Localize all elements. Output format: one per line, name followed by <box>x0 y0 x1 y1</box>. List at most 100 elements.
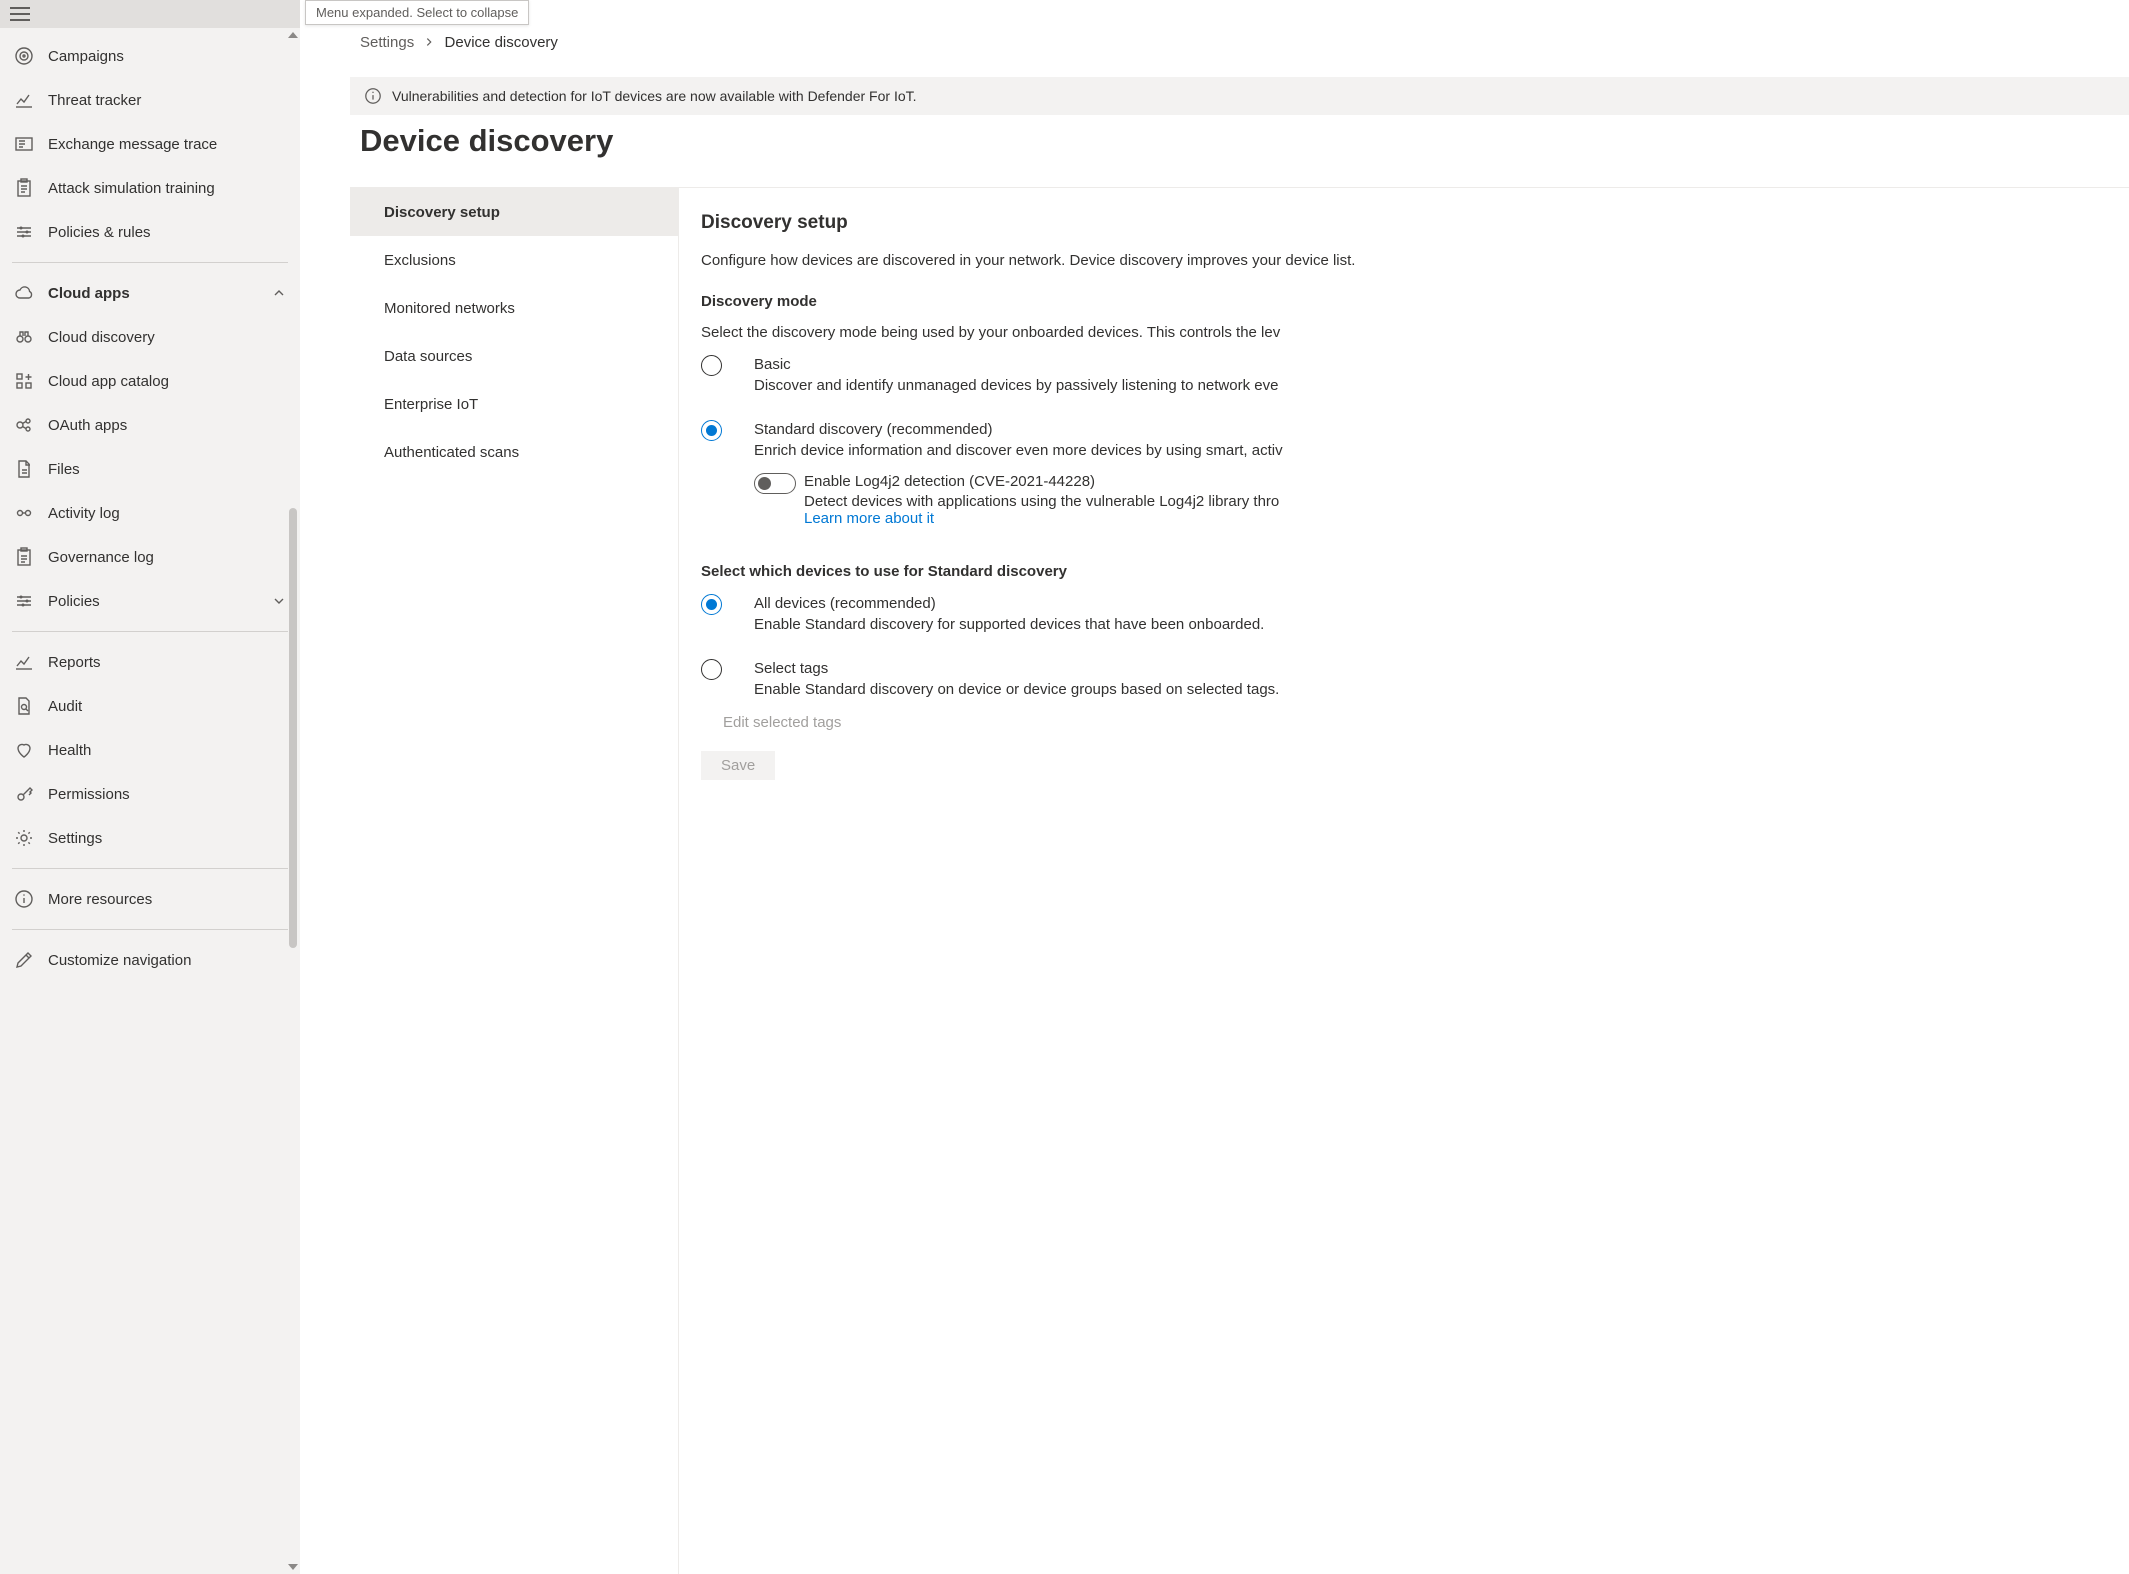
sidebar-item-label: Reports <box>48 654 101 671</box>
sidebar-item-permissions[interactable]: Permissions <box>0 772 300 816</box>
sidebar-item-policies-rules[interactable]: Policies & rules <box>0 210 300 254</box>
log4j-row: Enable Log4j2 detection (CVE-2021-44228)… <box>754 473 1283 527</box>
sidebar-item-oauth-apps[interactable]: OAuth apps <box>0 403 300 447</box>
sidebar-item-policies[interactable]: Policies <box>0 579 300 623</box>
mode-standard-radio[interactable] <box>701 420 722 441</box>
sidebar-item-label: Attack simulation training <box>48 180 215 197</box>
sidebar-item-cloud-apps[interactable]: Cloud apps <box>0 271 300 315</box>
sidebar-item-reports[interactable]: Reports <box>0 640 300 684</box>
detail-intro: Configure how devices are discovered in … <box>701 252 2129 269</box>
exchange-icon <box>14 134 34 154</box>
chevron-right-icon <box>422 36 436 48</box>
nav-divider <box>12 631 288 632</box>
subnav-item-data-sources[interactable]: Data sources <box>350 332 678 380</box>
log4j-learn-more-link[interactable]: Learn more about it <box>804 510 934 527</box>
sidebar: Campaigns Threat tracker Exchange message … <box>0 0 300 1574</box>
sidebar-item-attack-simulation-training[interactable]: Attack simulation training <box>0 166 300 210</box>
breadcrumb-root[interactable]: Settings <box>360 34 414 51</box>
sidebar-item-audit[interactable]: Audit <box>0 684 300 728</box>
chart-line-icon <box>14 652 34 672</box>
subnav-item-exclusions[interactable]: Exclusions <box>350 236 678 284</box>
sidebar-item-label: OAuth apps <box>48 417 127 434</box>
heart-icon <box>14 740 34 760</box>
mode-basic-desc: Discover and identify unmanaged devices … <box>754 377 1278 394</box>
subnav-item-discovery-setup[interactable]: Discovery setup <box>350 188 678 236</box>
sidebar-item-label: More resources <box>48 891 152 908</box>
scroll-down-arrow[interactable] <box>288 1564 298 1570</box>
clipboard-icon <box>14 547 34 567</box>
sliders-icon <box>14 222 34 242</box>
hamburger-menu-button[interactable] <box>10 7 30 21</box>
binoculars-icon <box>14 327 34 347</box>
key-icon <box>14 784 34 804</box>
selector-all-desc: Enable Standard discovery for supported … <box>754 616 1264 633</box>
nav-divider <box>12 929 288 930</box>
nav-divider <box>12 868 288 869</box>
selector-tags-title: Select tags <box>754 660 1279 677</box>
sidebar-item-label: Permissions <box>48 786 130 803</box>
chevron-up-icon <box>272 286 286 300</box>
sidebar-item-activity-log[interactable]: Activity log <box>0 491 300 535</box>
file-search-icon <box>14 696 34 716</box>
subnav-item-enterprise-iot[interactable]: Enterprise IoT <box>350 380 678 428</box>
sidebar-item-label: Health <box>48 742 91 759</box>
edit-selected-tags-link: Edit selected tags <box>723 714 841 731</box>
scroll-up-arrow[interactable] <box>288 32 298 38</box>
sidebar-item-threat-tracker[interactable]: Threat tracker <box>0 78 300 122</box>
sidebar-item-health[interactable]: Health <box>0 728 300 772</box>
sidebar-item-customize-navigation[interactable]: Customize navigation <box>0 938 300 982</box>
discovery-mode-sub: Select the discovery mode being used by … <box>701 324 2129 341</box>
mode-basic-title: Basic <box>754 356 1278 373</box>
page-title: Device discovery <box>360 123 2129 159</box>
sidebar-item-more-resources[interactable]: More resources <box>0 877 300 921</box>
gear-icon <box>14 828 34 848</box>
info-banner: Vulnerabilities and detection for IoT de… <box>350 77 2129 115</box>
menu-collapse-tooltip[interactable]: Menu expanded. Select to collapse <box>305 0 529 25</box>
mode-basic-radio[interactable] <box>701 355 722 376</box>
sidebar-item-label: Governance log <box>48 549 154 566</box>
mode-standard-title: Standard discovery (recommended) <box>754 421 1283 438</box>
sidebar-item-label: Files <box>48 461 80 478</box>
sidebar-item-cloud-discovery[interactable]: Cloud discovery <box>0 315 300 359</box>
mode-basic-row: Basic Discover and identify unmanaged de… <box>701 355 2129 394</box>
selector-all-row: All devices (recommended) Enable Standar… <box>701 594 2129 633</box>
sidebar-item-label: Threat tracker <box>48 92 141 109</box>
sidebar-item-exchange-message-trace[interactable]: Exchange message trace <box>0 122 300 166</box>
sidebar-item-cloud-app-catalog[interactable]: Cloud app catalog <box>0 359 300 403</box>
sidebar-item-campaigns[interactable]: Campaigns <box>0 34 300 78</box>
log4j-toggle[interactable] <box>754 473 796 494</box>
mode-standard-row: Standard discovery (recommended) Enrich … <box>701 420 2129 557</box>
sidebar-item-label: Activity log <box>48 505 120 522</box>
sidebar-scrollbar[interactable] <box>286 28 300 1574</box>
scroll-thumb[interactable] <box>289 508 297 948</box>
sub-navigation: Discovery setupExclusionsMonitored netwo… <box>350 188 678 1574</box>
sidebar-item-settings[interactable]: Settings <box>0 816 300 860</box>
sidebar-item-label: Campaigns <box>48 48 124 65</box>
sidebar-item-label: Policies & rules <box>48 224 151 241</box>
sidebar-item-files[interactable]: Files <box>0 447 300 491</box>
selector-tags-radio[interactable] <box>701 659 722 680</box>
chart-line-icon <box>14 90 34 110</box>
info-icon <box>364 87 382 105</box>
log4j-desc: Detect devices with applications using t… <box>804 493 1279 510</box>
save-button[interactable]: Save <box>701 751 775 780</box>
clipboard-list-icon <box>14 178 34 198</box>
selector-all-title: All devices (recommended) <box>754 595 1264 612</box>
sidebar-item-label: Audit <box>48 698 82 715</box>
detail-pane: Discovery setup Configure how devices ar… <box>678 188 2129 1574</box>
subnav-item-monitored-networks[interactable]: Monitored networks <box>350 284 678 332</box>
sidebar-item-label: Cloud app catalog <box>48 373 169 390</box>
selector-all-radio[interactable] <box>701 594 722 615</box>
target-icon <box>14 46 34 66</box>
subnav-item-authenticated-scans[interactable]: Authenticated scans <box>350 428 678 476</box>
main-content: Menu expanded. Select to collapse Settin… <box>300 0 2129 1574</box>
sliders-icon <box>14 591 34 611</box>
chevron-down-icon <box>272 594 286 608</box>
selector-tags-desc: Enable Standard discovery on device or d… <box>754 681 1279 698</box>
sidebar-item-label: Cloud discovery <box>48 329 155 346</box>
info-icon <box>14 889 34 909</box>
sidebar-item-label: Cloud apps <box>48 285 130 302</box>
sidebar-item-label: Policies <box>48 593 100 610</box>
sidebar-item-governance-log[interactable]: Governance log <box>0 535 300 579</box>
oauth-icon <box>14 415 34 435</box>
